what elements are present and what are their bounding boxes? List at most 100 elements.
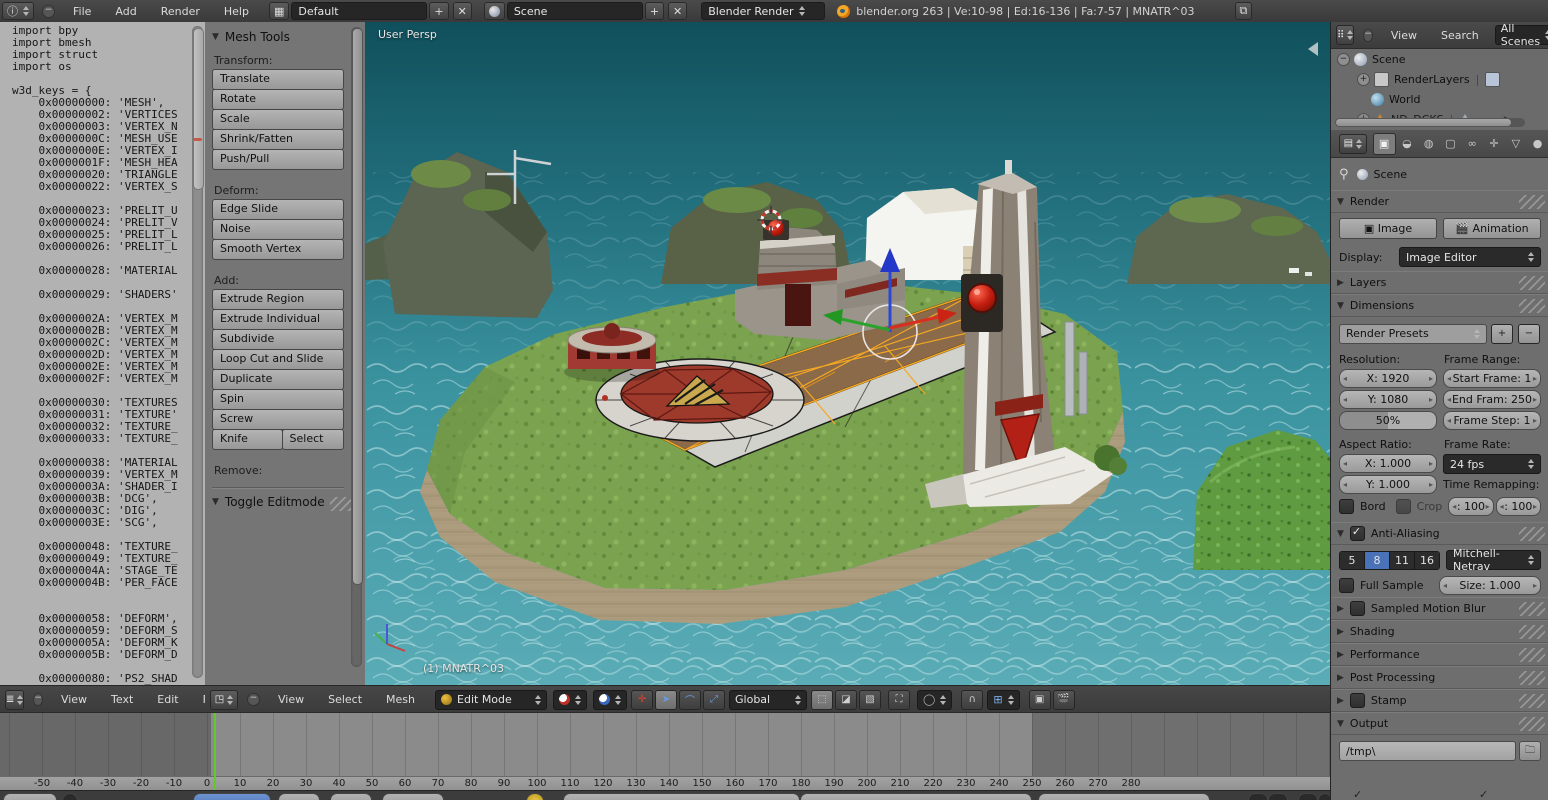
end-frame-field[interactable]: ◂End Fram: 250▸: [1443, 390, 1541, 409]
aspect-x-field[interactable]: ◂X: 1.000▸: [1339, 454, 1437, 473]
aa-sample-8[interactable]: 8: [1365, 552, 1390, 569]
anti-aliasing-section-header[interactable]: ▼Anti-Aliasing: [1331, 522, 1548, 545]
scrollbar-thumb[interactable]: [1336, 119, 1511, 126]
menu-help[interactable]: Help: [212, 5, 261, 18]
add-tool-button[interactable]: Duplicate: [212, 369, 344, 390]
panel-collapse-icon[interactable]: ▼: [212, 32, 219, 42]
dimensions-section-header[interactable]: ▼Dimensions: [1331, 294, 1548, 317]
anti-aliasing-checkbox[interactable]: [1350, 526, 1365, 541]
aa-sample-11[interactable]: 11: [1390, 552, 1415, 569]
remap-old-field[interactable]: ◂: 100▸: [1448, 497, 1493, 516]
render-opengl-anim-icon[interactable]: 🎬: [1053, 690, 1075, 710]
knife-button[interactable]: Knife: [212, 429, 283, 450]
orientation-dropdown[interactable]: Global: [729, 690, 807, 710]
edge-select-mode-icon[interactable]: ◪: [835, 690, 857, 710]
collapse-menus-icon[interactable]: −: [247, 693, 260, 706]
aspect-y-field[interactable]: ◂Y: 1.000▸: [1339, 475, 1437, 494]
vp-menu-mesh[interactable]: Mesh: [374, 693, 427, 706]
start-frame-field[interactable]: ◂Start Frame: 1▸: [1443, 369, 1541, 388]
header-widget[interactable]: [382, 793, 444, 800]
outliner-row-scene[interactable]: − Scene: [1331, 49, 1548, 69]
full-sample-checkbox[interactable]: [1339, 578, 1354, 593]
fps-dropdown[interactable]: 24 fps: [1443, 454, 1541, 474]
pin-icon[interactable]: ⚲: [1339, 167, 1349, 182]
timeline[interactable]: -50-40-30-20-100102030405060708090100110…: [0, 712, 1330, 791]
timeline-ruler[interactable]: -50-40-30-20-100102030405060708090100110…: [0, 776, 1330, 791]
face-select-mode-icon[interactable]: ▧: [859, 690, 881, 710]
mesh-tools-panel-header[interactable]: ▼ Mesh Tools: [212, 30, 344, 44]
outliner-scrollbar[interactable]: [1335, 118, 1525, 127]
remap-new-field[interactable]: ◂: 100▸: [1496, 497, 1541, 516]
editor-type-icon[interactable]: [3, 793, 57, 800]
menu-render[interactable]: Render: [149, 5, 212, 18]
scrollbar-thumb[interactable]: [193, 28, 204, 190]
shading-section-header[interactable]: ▶Shading: [1331, 620, 1548, 643]
outliner-menu-search[interactable]: Search: [1429, 29, 1491, 42]
translate-manipulator-icon[interactable]: ➤: [655, 690, 677, 710]
limit-to-visible-icon[interactable]: ⛶: [888, 690, 910, 710]
texted-menu-view[interactable]: View: [49, 693, 99, 706]
add-tool-button[interactable]: Spin: [212, 389, 344, 410]
current-frame-field[interactable]: [1038, 793, 1210, 800]
border-checkbox[interactable]: [1339, 499, 1354, 514]
transform-tool-button[interactable]: Scale: [212, 109, 344, 130]
close-layout-button[interactable]: ✕: [453, 2, 472, 20]
modifiers-tab-icon[interactable]: ✛: [1484, 134, 1505, 154]
proportional-edit-dropdown[interactable]: ◯: [917, 690, 952, 710]
stamp-checkbox[interactable]: [1350, 693, 1365, 708]
text-editor-scrollbar[interactable]: [192, 26, 203, 678]
scene-tab-icon[interactable]: ◒: [1397, 134, 1418, 154]
layers-section-header[interactable]: ▶Layers: [1331, 271, 1548, 294]
editor-type-icon[interactable]: ≣: [5, 690, 24, 710]
screen-layout-field[interactable]: Default: [291, 2, 427, 20]
render-tab-icon[interactable]: ▣: [1373, 133, 1396, 155]
pivot-point-dropdown[interactable]: [593, 690, 627, 710]
outliner-row-world[interactable]: World: [1331, 89, 1548, 109]
collapse-menus-icon[interactable]: −: [42, 5, 55, 18]
crop-checkbox[interactable]: [1396, 499, 1411, 514]
add-tool-button[interactable]: Extrude Region: [212, 289, 344, 310]
checkbox-checked-icon[interactable]: ✓: [1353, 790, 1362, 800]
mode-dropdown[interactable]: Edit Mode: [435, 690, 547, 710]
render-opengl-icon[interactable]: ▣: [1029, 690, 1051, 710]
manipulator-toggle-icon[interactable]: ✛: [631, 690, 653, 710]
render-image-button[interactable]: ▣ Image: [1339, 218, 1437, 239]
collapse-menus-icon[interactable]: [62, 793, 78, 800]
new-window-icon[interactable]: ⧉: [1235, 2, 1253, 20]
start-frame-field[interactable]: [563, 793, 800, 800]
motion-blur-checkbox[interactable]: [1350, 601, 1365, 616]
playback-sync-button[interactable]: [193, 793, 271, 800]
constraints-tab-icon[interactable]: ∞: [1462, 134, 1483, 154]
remove-preset-button[interactable]: −: [1518, 324, 1540, 344]
rotate-manipulator-icon[interactable]: ⌒: [679, 690, 701, 710]
menu-add[interactable]: Add: [103, 5, 148, 18]
header-widget[interactable]: [278, 793, 320, 800]
render-animation-button[interactable]: 🎬 Animation: [1443, 218, 1541, 239]
record-keyframe-icon[interactable]: [526, 793, 544, 800]
aa-sample-16[interactable]: 16: [1415, 552, 1439, 569]
end-frame-field[interactable]: [800, 793, 1032, 800]
output-section-header[interactable]: ▼Output: [1331, 712, 1548, 735]
render-section-header[interactable]: ▼Render: [1331, 190, 1548, 213]
jump-start-button[interactable]: [1248, 793, 1268, 800]
editor-type-icon[interactable]: ⠿: [1336, 25, 1354, 45]
menu-file[interactable]: File: [61, 5, 103, 18]
renderlayer-data-icon[interactable]: [1485, 72, 1500, 87]
scene-selector-icon[interactable]: [484, 2, 505, 20]
vertex-select-mode-icon[interactable]: ⬚: [811, 690, 833, 710]
play-button[interactable]: [1318, 793, 1330, 800]
object-data-tab-icon[interactable]: ▽: [1505, 134, 1526, 154]
info-editor-icon[interactable]: ⓘ: [2, 2, 34, 20]
scale-manipulator-icon[interactable]: ⤢: [703, 690, 725, 710]
tool-shelf-scrollbar[interactable]: [351, 27, 362, 667]
outliner-menu-view[interactable]: View: [1379, 29, 1429, 42]
add-layout-button[interactable]: +: [429, 2, 448, 20]
close-scene-button[interactable]: ✕: [668, 2, 687, 20]
texted-menu-text[interactable]: Text: [99, 693, 145, 706]
play-reverse-button[interactable]: [1298, 793, 1318, 800]
timeline-playhead[interactable]: [214, 713, 216, 791]
motion-blur-section-header[interactable]: ▶Sampled Motion Blur: [1331, 597, 1548, 620]
add-tool-button[interactable]: Extrude Individual: [212, 309, 344, 330]
output-path-field[interactable]: /tmp\: [1339, 741, 1516, 761]
deform-tool-button[interactable]: Edge Slide: [212, 199, 344, 220]
